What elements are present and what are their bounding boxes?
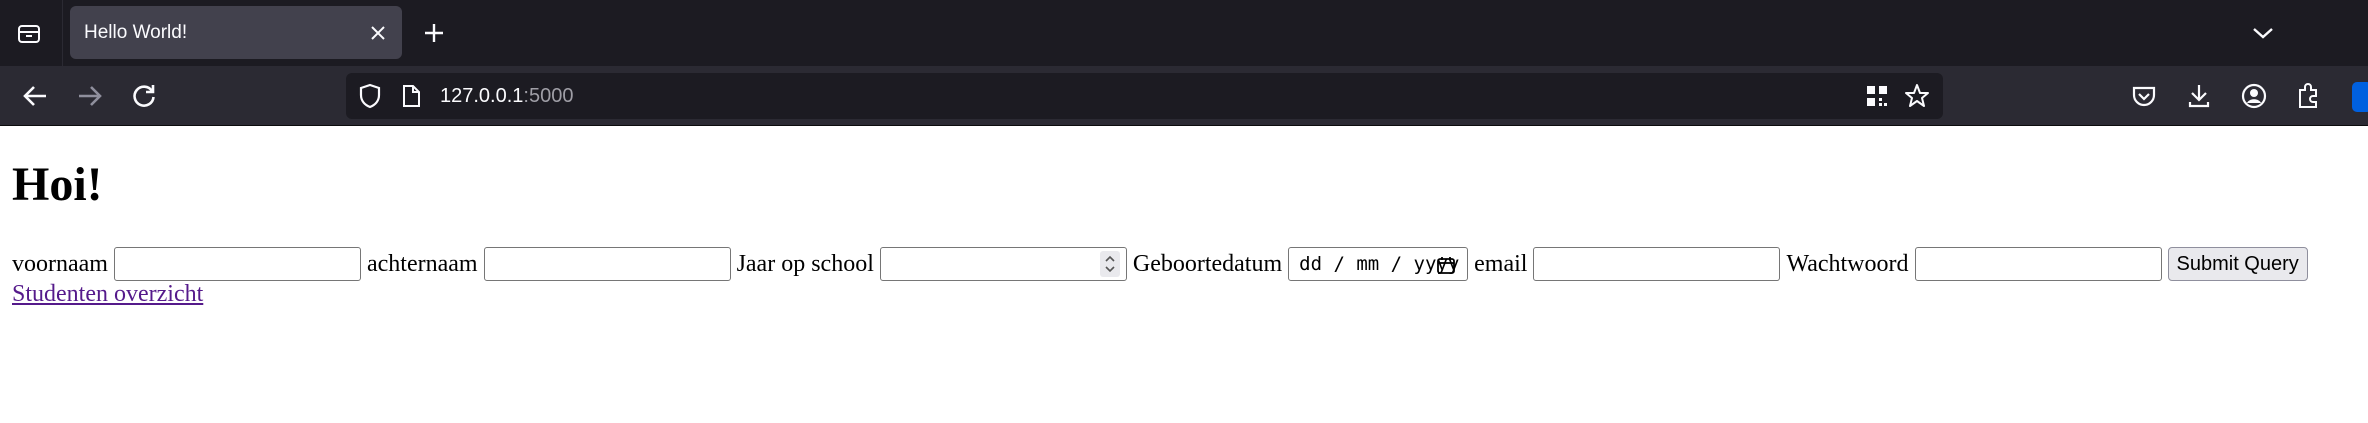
- reload-icon[interactable]: [129, 81, 159, 111]
- geboortedatum-input[interactable]: dd / mm / yyyy: [1288, 247, 1469, 281]
- download-icon[interactable]: [2184, 81, 2214, 111]
- submit-button[interactable]: Submit Query: [2167, 247, 2308, 281]
- chevron-down-icon[interactable]: [2248, 18, 2278, 48]
- wachtwoord-label: Wachtwoord: [1786, 250, 1909, 277]
- achternaam-label: achternaam: [366, 250, 478, 277]
- voornaam-label: voornaam: [12, 250, 108, 277]
- page-icon[interactable]: [397, 82, 425, 110]
- tab-active[interactable]: Hello World!: [70, 6, 402, 59]
- email-label: email: [1474, 250, 1528, 277]
- bitwarden-icon[interactable]: [2352, 82, 2368, 112]
- plus-icon[interactable]: [419, 18, 449, 48]
- url-port: :5000: [523, 85, 574, 107]
- achternaam-input[interactable]: [483, 247, 731, 281]
- page-title: Hoi!: [12, 158, 103, 211]
- email-input[interactable]: [1533, 247, 1781, 281]
- wachtwoord-input[interactable]: [1914, 247, 2162, 281]
- number-spinner-icon[interactable]: [1099, 251, 1120, 277]
- star-icon[interactable]: [1903, 82, 1931, 110]
- navigation-bar: 127.0.0.1:5000: [0, 66, 2368, 126]
- back-arrow-icon[interactable]: [20, 81, 50, 111]
- pocket-icon[interactable]: [2129, 81, 2159, 111]
- tab-separator: [62, 0, 63, 66]
- url-text: 127.0.0.1:5000: [440, 73, 573, 119]
- account-icon[interactable]: [2239, 81, 2269, 111]
- tab-list-icon[interactable]: [14, 18, 44, 48]
- close-icon[interactable]: [366, 21, 390, 45]
- tracking-protection-shield-icon[interactable]: [356, 82, 384, 110]
- studenten-overzicht-link[interactable]: Studenten overzicht: [12, 279, 203, 309]
- forward-arrow-icon[interactable]: [75, 81, 105, 111]
- url-host: 127.0.0.1: [440, 85, 524, 107]
- tab-title: Hello World!: [84, 22, 188, 43]
- jaar-op-school-input[interactable]: [879, 247, 1127, 281]
- url-bar[interactable]: 127.0.0.1:5000: [346, 73, 1943, 119]
- geboortedatum-label: Geboortedatum: [1132, 250, 1283, 277]
- qr-code-icon[interactable]: [1863, 82, 1891, 110]
- jaar-op-school-label: Jaar op school: [736, 250, 874, 277]
- voornaam-input[interactable]: [113, 247, 361, 281]
- calendar-icon[interactable]: [1435, 254, 1457, 276]
- tab-bar: Hello World!: [0, 0, 2368, 66]
- page-content: Hoi! voornaam achternaam Jaar op school …: [0, 127, 2368, 423]
- extensions-icon[interactable]: [2293, 81, 2323, 111]
- student-form: voornaam achternaam Jaar op school Geboo…: [12, 245, 2308, 283]
